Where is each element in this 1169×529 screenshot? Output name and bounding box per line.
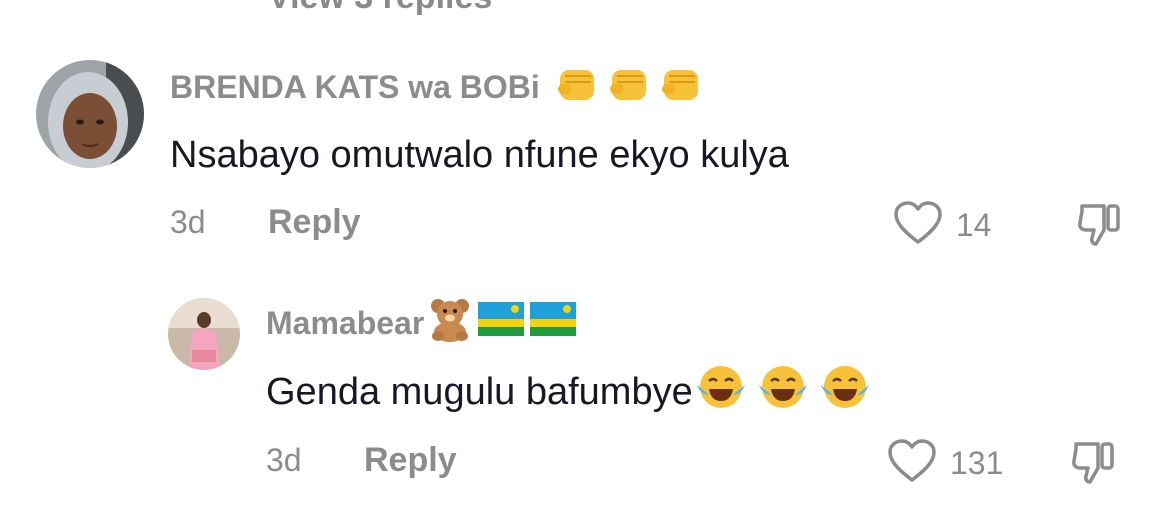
- comment-text-content: Genda mugulu bafumbye: [266, 370, 693, 413]
- reply-button[interactable]: Reply: [364, 441, 457, 480]
- avatar[interactable]: [168, 298, 240, 370]
- raised-fist-icon: [606, 60, 652, 114]
- laughing-tears-icon: [757, 363, 809, 421]
- raised-fist-icon: [554, 60, 600, 114]
- like-count: 131: [950, 445, 1004, 481]
- comment-time: 3d: [266, 442, 302, 478]
- like-count: 14: [956, 207, 992, 243]
- comment-time: 3d: [170, 204, 206, 240]
- laughing-tears-icon: [695, 363, 747, 421]
- view-replies-link[interactable]: View 3 replies: [268, 0, 492, 17]
- teddy-bear-icon: [426, 296, 474, 350]
- comment-username[interactable]: BRENDA KATS wa BOBi: [170, 64, 704, 110]
- heart-icon: [892, 200, 944, 251]
- like-button[interactable]: 14: [892, 200, 992, 251]
- avatar[interactable]: [36, 60, 144, 168]
- like-button[interactable]: 131: [886, 438, 1003, 489]
- thumbs-down-icon[interactable]: [1068, 438, 1118, 491]
- username-text: BRENDA KATS wa BOBi: [170, 68, 540, 105]
- heart-icon: [886, 438, 938, 489]
- thumbs-down-icon[interactable]: [1074, 200, 1124, 253]
- username-text: Mamabear: [266, 304, 425, 341]
- reply-button[interactable]: Reply: [268, 203, 361, 242]
- laughing-tears-icon: [819, 363, 871, 421]
- rwanda-flag-icon: [478, 302, 525, 344]
- rwanda-flag-icon: [530, 302, 577, 344]
- comment-username[interactable]: Mamabear: [266, 299, 577, 346]
- raised-fist-icon: [658, 60, 704, 114]
- comment-text: Nsabayo omutwalo nfune ekyo kulya: [170, 133, 789, 176]
- comment-text: Genda mugulu bafumbye: [266, 366, 871, 416]
